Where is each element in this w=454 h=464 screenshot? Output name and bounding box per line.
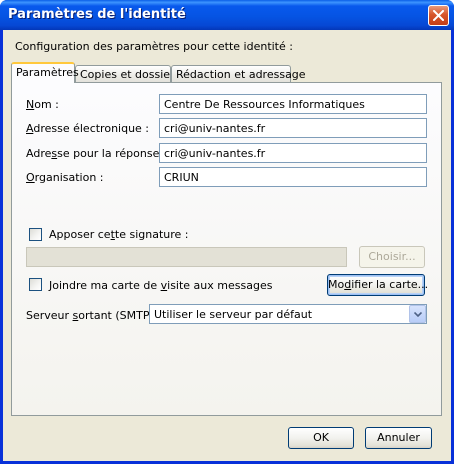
dialog-body: Configuration des paramètres pour cette … [3,30,451,461]
tab-copies-dossiers[interactable]: Copies et dossiers [75,65,180,82]
tab-label: Copies et dossiers [80,68,181,81]
email-value: cri@univ-nantes.fr [164,122,266,135]
dropdown-button[interactable] [409,305,426,323]
dialog-heading: Configuration des paramètres pour cette … [15,40,293,53]
name-field[interactable]: Centre De Ressources Informatiques [159,94,427,114]
smtp-server-value: Utiliser le serveur par défaut [154,308,313,321]
signature-file-field [26,247,347,267]
name-label: Nom : [26,98,59,111]
tab-parametres[interactable]: Paramètres [11,62,79,83]
smtp-server-select[interactable]: Utiliser le serveur par défaut [149,304,427,324]
organisation-label: Organisation : [26,171,104,184]
title-bar[interactable]: Paramètres de l'identité [0,0,454,30]
cancel-button[interactable]: Annuler [365,427,432,449]
close-button[interactable] [428,5,449,26]
reply-to-label: Adresse pour la réponse : [26,147,167,160]
ok-button[interactable]: OK [288,427,354,449]
window-title: Paramètres de l'identité [8,7,186,22]
smtp-label: Serveur sortant (SMTP): [26,309,158,322]
chevron-down-icon [414,312,422,317]
vcard-checkbox[interactable] [29,278,42,291]
name-value: Centre De Ressources Informatiques [164,98,365,111]
organisation-field[interactable]: CRIUN [159,167,427,187]
choose-signature-button[interactable]: Choisir... [359,246,425,268]
tab-label: Rédaction et adressage [176,68,306,81]
tab-panel: Nom : Centre De Ressources Informatiques… [11,82,442,416]
organisation-value: CRIUN [164,171,199,184]
tab-redaction-adressage[interactable]: Rédaction et adressage [171,65,306,82]
tab-label: Paramètres [16,66,79,79]
email-label: Adresse électronique : [26,122,150,135]
reply-to-value: cri@univ-nantes.fr [164,147,266,160]
signature-label: Apposer cette signature : [49,228,189,241]
dialog-window: Paramètres de l'identité Configuration d… [0,0,454,464]
email-field[interactable]: cri@univ-nantes.fr [159,118,427,138]
close-icon [433,10,444,21]
reply-to-field[interactable]: cri@univ-nantes.fr [159,143,427,163]
modify-card-button[interactable]: Modifier la carte... [327,274,428,296]
signature-checkbox[interactable] [29,228,42,241]
vcard-label: Joindre ma carte de visite aux messages [49,279,273,292]
